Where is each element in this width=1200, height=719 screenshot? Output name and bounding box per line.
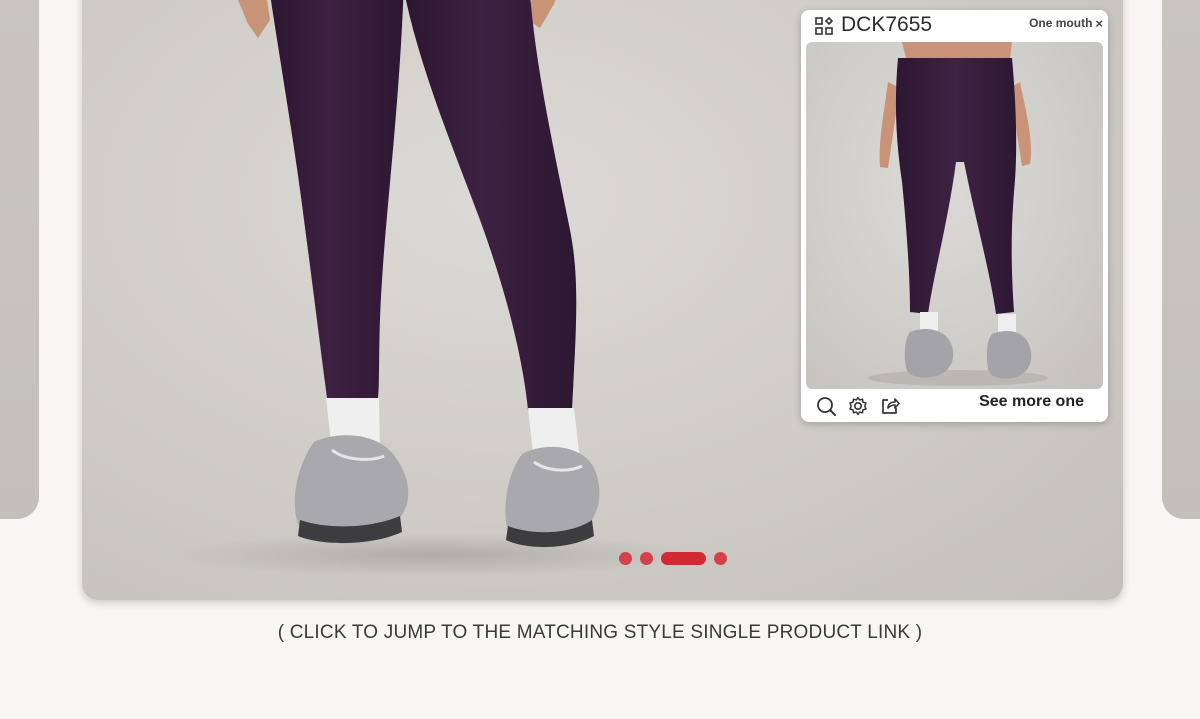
full-body-leggings-photo [868, 42, 1048, 386]
carousel-dot[interactable] [714, 552, 727, 565]
prev-slide-preview[interactable] [0, 0, 39, 519]
next-slide-preview[interactable] [1162, 0, 1200, 519]
carousel-dot-active[interactable] [661, 552, 706, 565]
carousel-dot[interactable] [619, 552, 632, 565]
popup-close-button[interactable]: One mouth × [1029, 16, 1103, 30]
zoom-icon[interactable] [815, 395, 837, 417]
jump-link-caption[interactable]: ( CLICK TO JUMP TO THE MATCHING STYLE SI… [0, 622, 1200, 644]
popup-header: DCK7655 One mouth × [801, 10, 1108, 42]
see-more-button[interactable]: See more one [979, 393, 1084, 411]
popup-product-image[interactable] [806, 42, 1103, 389]
carousel-dot[interactable] [640, 552, 653, 565]
close-icon[interactable]: × [1095, 17, 1103, 30]
carousel-indicators [619, 552, 727, 565]
share-icon[interactable] [879, 395, 901, 417]
popup-close-label: One mouth [1029, 16, 1093, 30]
popup-toolbar: See more one [801, 392, 1108, 420]
settings-icon[interactable] [847, 395, 869, 417]
product-preview-popup: DCK7655 One mouth × See more one [801, 10, 1108, 422]
qr-code-icon [815, 17, 833, 35]
product-code: DCK7655 [841, 13, 933, 36]
